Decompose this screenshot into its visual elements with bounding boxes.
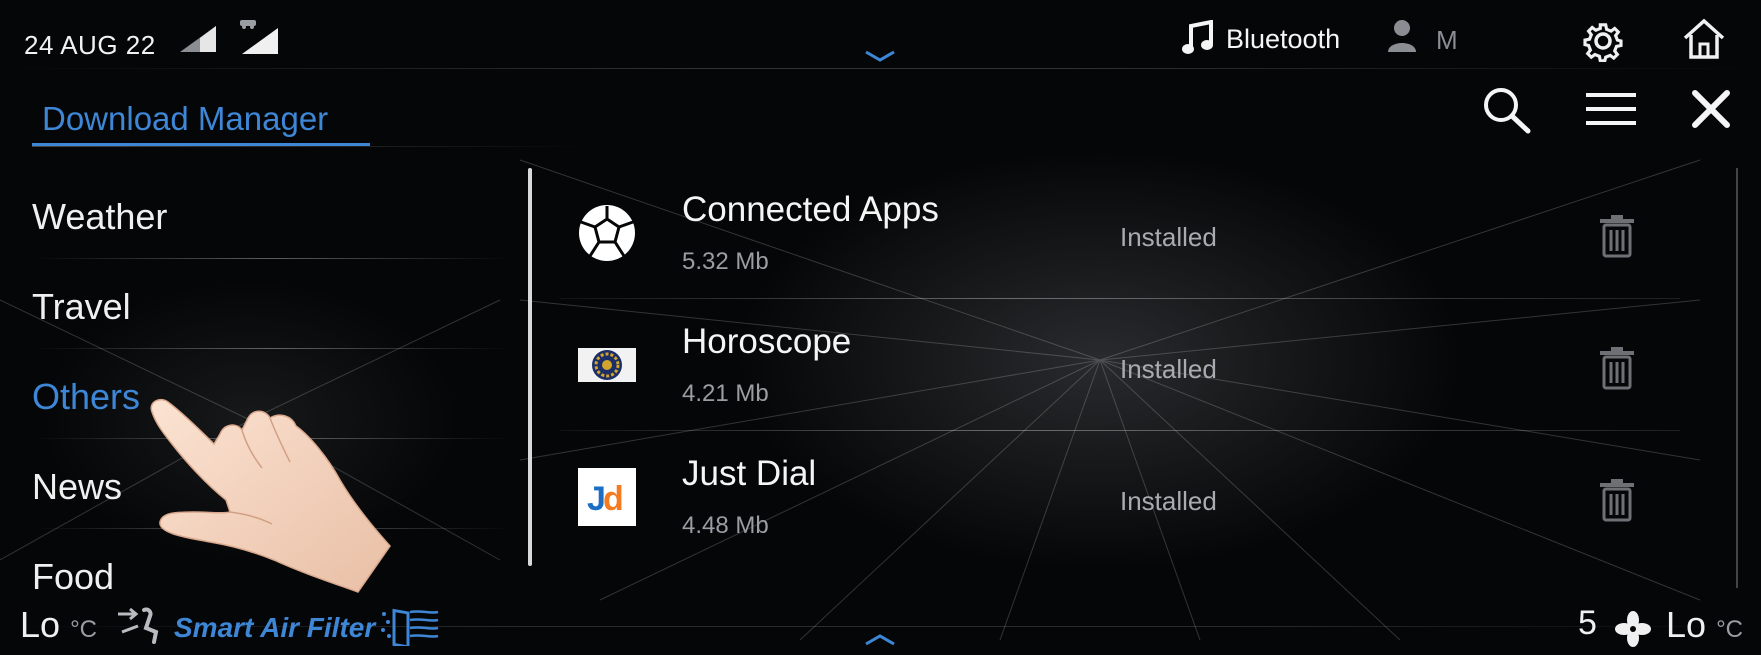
chevron-down-icon[interactable] [864, 48, 896, 64]
status-bar: 24 AUG 22 Bluetooth M [0, 0, 1761, 72]
search-icon[interactable] [1482, 86, 1532, 134]
car-signal-icon [240, 20, 278, 54]
horoscope-icon [578, 348, 636, 382]
install-status: Installed [1120, 222, 1217, 252]
page-title: Download Manager [42, 100, 329, 137]
air-filter-icon[interactable] [380, 604, 440, 646]
left-temp-value: Lo [20, 604, 61, 645]
signal-icon [180, 26, 216, 52]
date-label: 24 AUG 22 [24, 30, 156, 60]
install-status: Installed [1120, 354, 1217, 384]
app-name: Just Dial [682, 454, 817, 493]
sidebar-item-travel[interactable]: Travel [32, 260, 512, 350]
sidebar-scrollbar[interactable] [528, 168, 532, 566]
sidebar-item-label: News [32, 466, 123, 507]
seat-airflow-icon[interactable] [114, 606, 164, 646]
title-divider [32, 146, 592, 147]
status-bar-divider [0, 68, 1761, 69]
right-temp-value: Lo [1666, 604, 1707, 645]
sidebar-item-label: Food [32, 556, 115, 597]
user-initial-label[interactable]: M [1436, 25, 1458, 56]
sidebar-item-label: Travel [32, 286, 131, 327]
menu-icon[interactable] [1586, 92, 1636, 126]
trash-icon[interactable] [1598, 214, 1636, 258]
sidebar-item-weather[interactable]: Weather [32, 170, 512, 260]
sidebar-item-label: Others [32, 376, 141, 417]
sidebar-item-label: Weather [32, 196, 168, 237]
download-row-connected-apps[interactable]: Connected Apps 5.32 Mb Installed [560, 168, 1680, 300]
fan-speed-value[interactable]: 5 [1578, 604, 1597, 643]
install-status: Installed [1120, 486, 1217, 516]
trash-icon[interactable] [1598, 478, 1636, 522]
audio-source-label[interactable]: Bluetooth [1226, 24, 1340, 55]
user-icon[interactable] [1386, 18, 1418, 52]
right-temperature[interactable]: Lo °C [1666, 604, 1743, 646]
home-icon[interactable] [1682, 18, 1726, 60]
app-size: 5.32 Mb [682, 248, 769, 275]
connected-apps-icon [579, 205, 635, 261]
close-icon[interactable] [1692, 90, 1730, 128]
app-size: 4.21 Mb [682, 380, 769, 407]
just-dial-logo-d: d [603, 480, 624, 518]
row-divider [560, 430, 1680, 431]
chevron-up-icon[interactable] [864, 632, 896, 648]
list-scrollbar[interactable] [1736, 168, 1738, 588]
smart-air-filter-label[interactable]: Smart Air Filter [174, 612, 375, 644]
app-name: Horoscope [682, 322, 852, 361]
fan-icon[interactable] [1614, 610, 1652, 648]
download-row-just-dial[interactable]: J d Just Dial 4.48 Mb Installed [560, 432, 1680, 564]
trash-icon[interactable] [1598, 346, 1636, 390]
left-temp-unit: °C [70, 616, 97, 643]
music-note-icon [1182, 20, 1213, 54]
download-row-horoscope[interactable]: Horoscope 4.21 Mb Installed [560, 300, 1680, 432]
row-divider [560, 298, 1680, 299]
left-temperature[interactable]: Lo °C [20, 604, 97, 646]
gear-icon[interactable] [1582, 20, 1624, 62]
sidebar-divider [32, 348, 512, 349]
app-size: 4.48 Mb [682, 512, 769, 539]
pointing-hand-icon [150, 398, 391, 593]
app-name: Connected Apps [682, 190, 939, 229]
just-dial-icon: J d [578, 468, 636, 526]
right-temp-unit: °C [1716, 616, 1743, 643]
sidebar-divider [32, 258, 512, 259]
